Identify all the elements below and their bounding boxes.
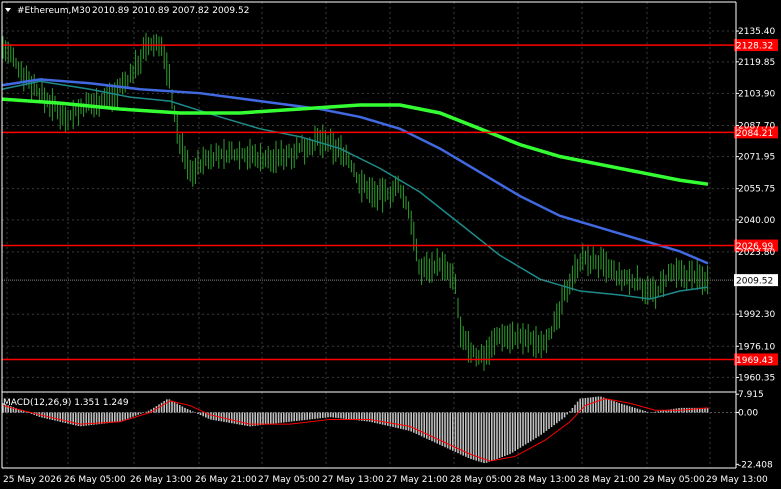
price-tick-label: 2055.75: [738, 185, 775, 195]
price-tick-label: 2023.80: [738, 248, 775, 258]
ma-fast-line: [1, 80, 709, 300]
price-tick-label: 2071.95: [738, 153, 775, 163]
triangle-down-icon[interactable]: [5, 8, 11, 12]
time-tick-label: 28 May 13:00: [514, 475, 576, 485]
time-tick-label: 28 May 05:00: [450, 475, 512, 485]
price-tick-label: 2135.40: [738, 27, 775, 37]
chart-canvas[interactable]: 2128.322084.212026.991969.432009.52 25 M…: [0, 0, 781, 489]
time-tick-label: 27 May 05:00: [258, 475, 320, 485]
macd-tick-label: 0.00: [738, 409, 758, 419]
time-tick-label: 28 May 21:00: [578, 475, 640, 485]
price-tick-label: 2087.70: [738, 121, 775, 131]
price-tick-label: 2119.85: [738, 58, 775, 68]
macd-label: MACD(12,26,9) 1.351 1.249: [3, 398, 129, 408]
level-label: 2128.32: [736, 42, 773, 52]
chart-symbol: #Ethereum,M30: [17, 6, 91, 16]
time-tick-label: 29 May 13:00: [706, 475, 768, 485]
macd-tick-label: 7.915: [738, 390, 764, 400]
time-tick-label: 27 May 21:00: [386, 475, 448, 485]
price-tick-label: 1960.35: [738, 373, 775, 383]
ma-slow-line: [1, 97, 709, 186]
macd-tick-label: -22.408: [738, 460, 773, 470]
price-series: [2, 32, 709, 371]
time-tick-label: 26 May 13:00: [130, 475, 192, 485]
chart-ohlc: 2010.89 2010.89 2007.82 2009.52: [92, 6, 249, 16]
time-tick-label: 26 May 05:00: [64, 475, 126, 485]
price-tick-label: 2040.00: [738, 216, 775, 226]
time-tick-label: 25 May 2026: [3, 475, 62, 485]
current-price-label: 2009.52: [736, 277, 773, 287]
price-tick-label: 1976.10: [738, 342, 775, 352]
level-label: 1969.43: [736, 356, 773, 366]
price-tick-label: 1992.30: [738, 310, 775, 320]
time-tick-label: 29 May 05:00: [643, 475, 705, 485]
price-tick-label: 2103.90: [738, 89, 775, 99]
time-tick-label: 27 May 13:00: [322, 475, 384, 485]
time-tick-label: 26 May 21:00: [195, 475, 257, 485]
